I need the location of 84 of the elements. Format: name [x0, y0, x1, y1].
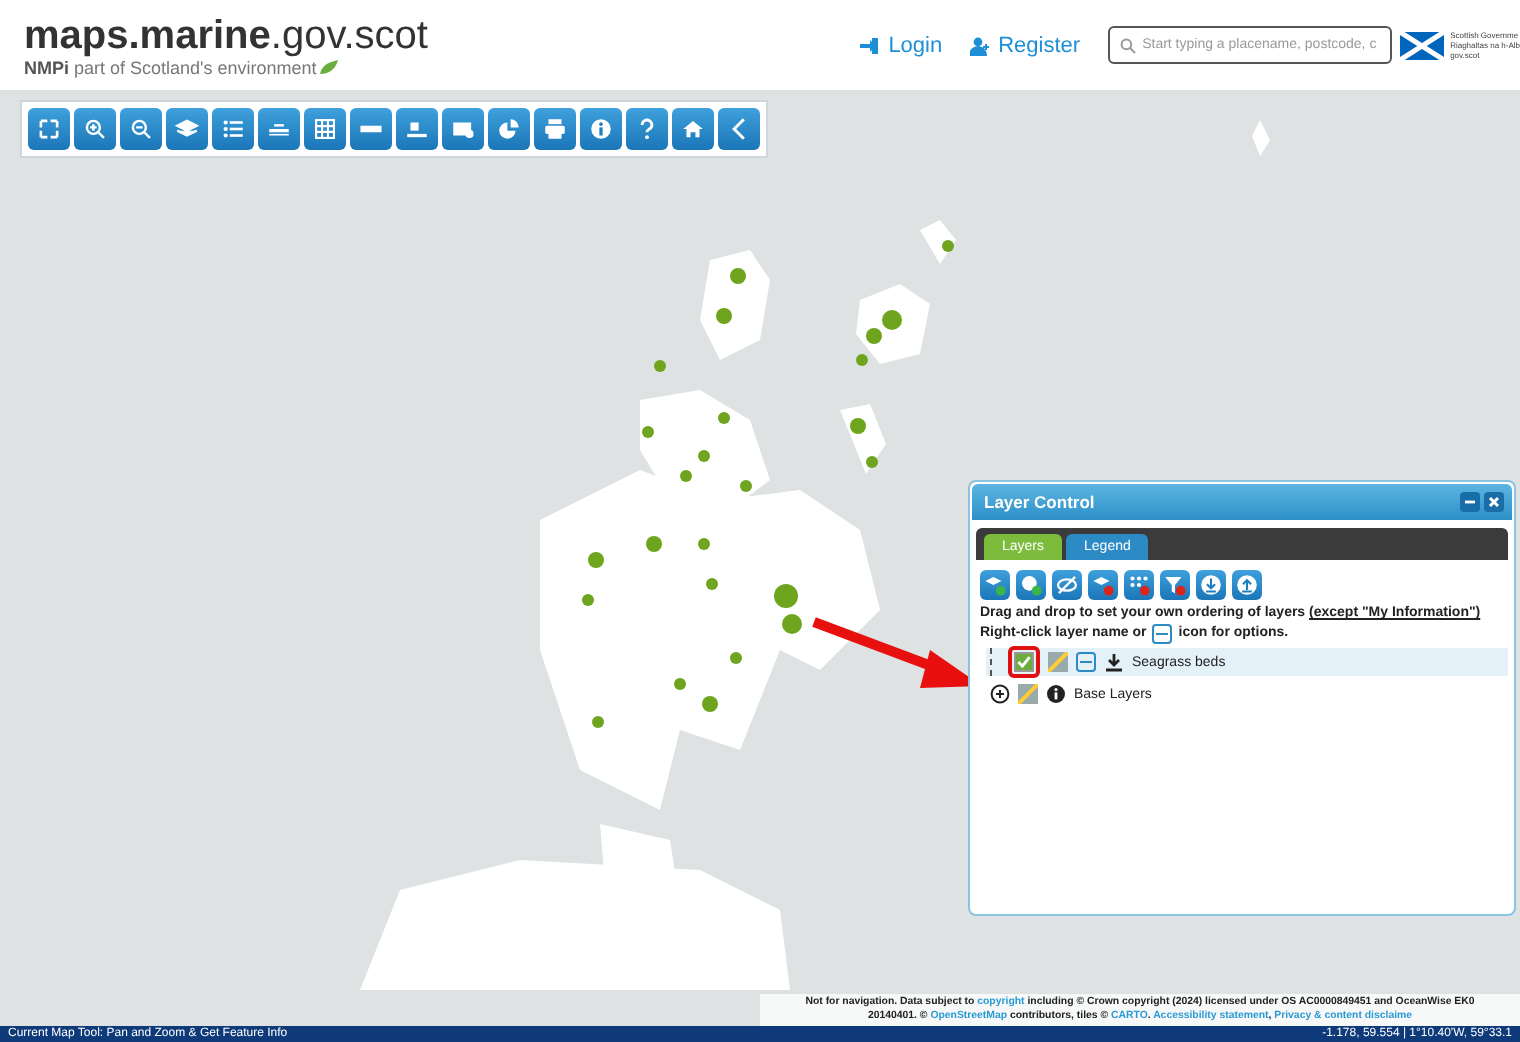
options-icon	[1152, 624, 1173, 644]
toolbar-button[interactable]	[120, 108, 162, 150]
zoom-out-icon	[128, 116, 154, 142]
login-link[interactable]: Login	[860, 33, 943, 57]
seagrass-patch[interactable]	[698, 538, 710, 550]
seagrass-patch[interactable]	[588, 552, 604, 568]
layer-tool-button[interactable]	[1160, 570, 1190, 600]
globe-add-icon	[1018, 572, 1044, 598]
seagrass-patch[interactable]	[866, 456, 878, 468]
toolbar-button[interactable]	[488, 108, 530, 150]
check-icon	[1016, 654, 1032, 670]
close-button[interactable]	[1484, 492, 1504, 512]
saltire-flag-icon	[1400, 31, 1445, 59]
minimize-button[interactable]	[1460, 492, 1480, 512]
layer-checkbox[interactable]	[1014, 652, 1034, 672]
toolbar-button[interactable]	[580, 108, 622, 150]
toolbar-button[interactable]	[626, 108, 668, 150]
grid-icon	[312, 116, 338, 142]
home-icon	[680, 116, 706, 142]
seagrass-patch[interactable]	[740, 480, 752, 492]
user-plus-icon	[970, 35, 991, 55]
seagrass-patch[interactable]	[782, 614, 802, 634]
download-icon	[1198, 572, 1224, 598]
layers-add-icon	[982, 572, 1008, 598]
toolbar-button[interactable]	[166, 108, 208, 150]
toolbar-button[interactable]	[442, 108, 484, 150]
toolbar-button[interactable]	[534, 108, 576, 150]
toolbar-button[interactable]	[28, 108, 70, 150]
island	[1252, 120, 1270, 156]
seagrass-patch[interactable]	[716, 308, 732, 324]
island	[700, 250, 770, 360]
map-layer-icon	[1048, 652, 1068, 672]
toolbar-button[interactable]	[74, 108, 116, 150]
toolbar-button[interactable]	[350, 108, 392, 150]
layer-tool-button[interactable]	[1088, 570, 1118, 600]
toolbar-button[interactable]	[396, 108, 438, 150]
register-link[interactable]: Register	[970, 33, 1081, 57]
seagrass-patch[interactable]	[730, 652, 742, 664]
options-icon[interactable]	[1076, 652, 1096, 672]
dots-remove-icon	[1126, 572, 1152, 598]
seagrass-patch[interactable]	[592, 716, 604, 728]
seagrass-patch[interactable]	[642, 426, 654, 438]
layer-tool-button[interactable]	[1124, 570, 1154, 600]
layer-tool-button[interactable]	[1196, 570, 1226, 600]
panel-title: Layer Control	[984, 492, 1097, 512]
seagrass-patch[interactable]	[730, 268, 746, 284]
seagrass-patch[interactable]	[582, 594, 594, 606]
close-icon	[1486, 494, 1502, 510]
layer-tool-button[interactable]	[1016, 570, 1046, 600]
layers-icon	[174, 116, 200, 142]
filter-remove-icon	[1162, 572, 1188, 598]
seagrass-patch[interactable]	[774, 584, 798, 608]
info-icon[interactable]	[1046, 684, 1066, 704]
leaf-icon	[320, 60, 339, 74]
toolbar-button[interactable]	[718, 108, 760, 150]
list-icon	[220, 116, 246, 142]
seagrass-patch[interactable]	[942, 240, 954, 252]
eye-slash-icon	[1054, 572, 1080, 598]
expand-icon	[36, 116, 62, 142]
toolbar-button[interactable]	[212, 108, 254, 150]
layer-tool-button[interactable]	[1232, 570, 1262, 600]
layers-remove-icon	[1090, 572, 1116, 598]
seagrass-patch[interactable]	[646, 536, 662, 552]
info-icon	[588, 116, 614, 142]
seagrass-patch[interactable]	[706, 578, 718, 590]
toolbar-button[interactable]	[304, 108, 346, 150]
zoom-in-icon	[82, 116, 108, 142]
seagrass-patch[interactable]	[674, 678, 686, 690]
download-icon[interactable]	[1104, 652, 1124, 672]
site-tagline: NMPi part of Scotland's environment	[24, 57, 317, 77]
layer-tool-button[interactable]	[980, 570, 1010, 600]
seagrass-patch[interactable]	[850, 418, 866, 434]
pie-chart-icon	[496, 116, 522, 142]
map-layer-icon	[1018, 684, 1038, 704]
sign-in-icon	[860, 35, 881, 55]
site-logo[interactable]: maps.marine.gov.scot	[24, 13, 428, 57]
print-icon	[542, 116, 568, 142]
layer-tool-button[interactable]	[1052, 570, 1082, 600]
expand-icon[interactable]	[990, 684, 1010, 704]
toolbar-button[interactable]	[672, 108, 714, 150]
toolbar-button[interactable]	[258, 108, 300, 150]
upload-icon	[1234, 572, 1260, 598]
search-icon	[1120, 38, 1137, 54]
seagrass-patch[interactable]	[718, 412, 730, 424]
